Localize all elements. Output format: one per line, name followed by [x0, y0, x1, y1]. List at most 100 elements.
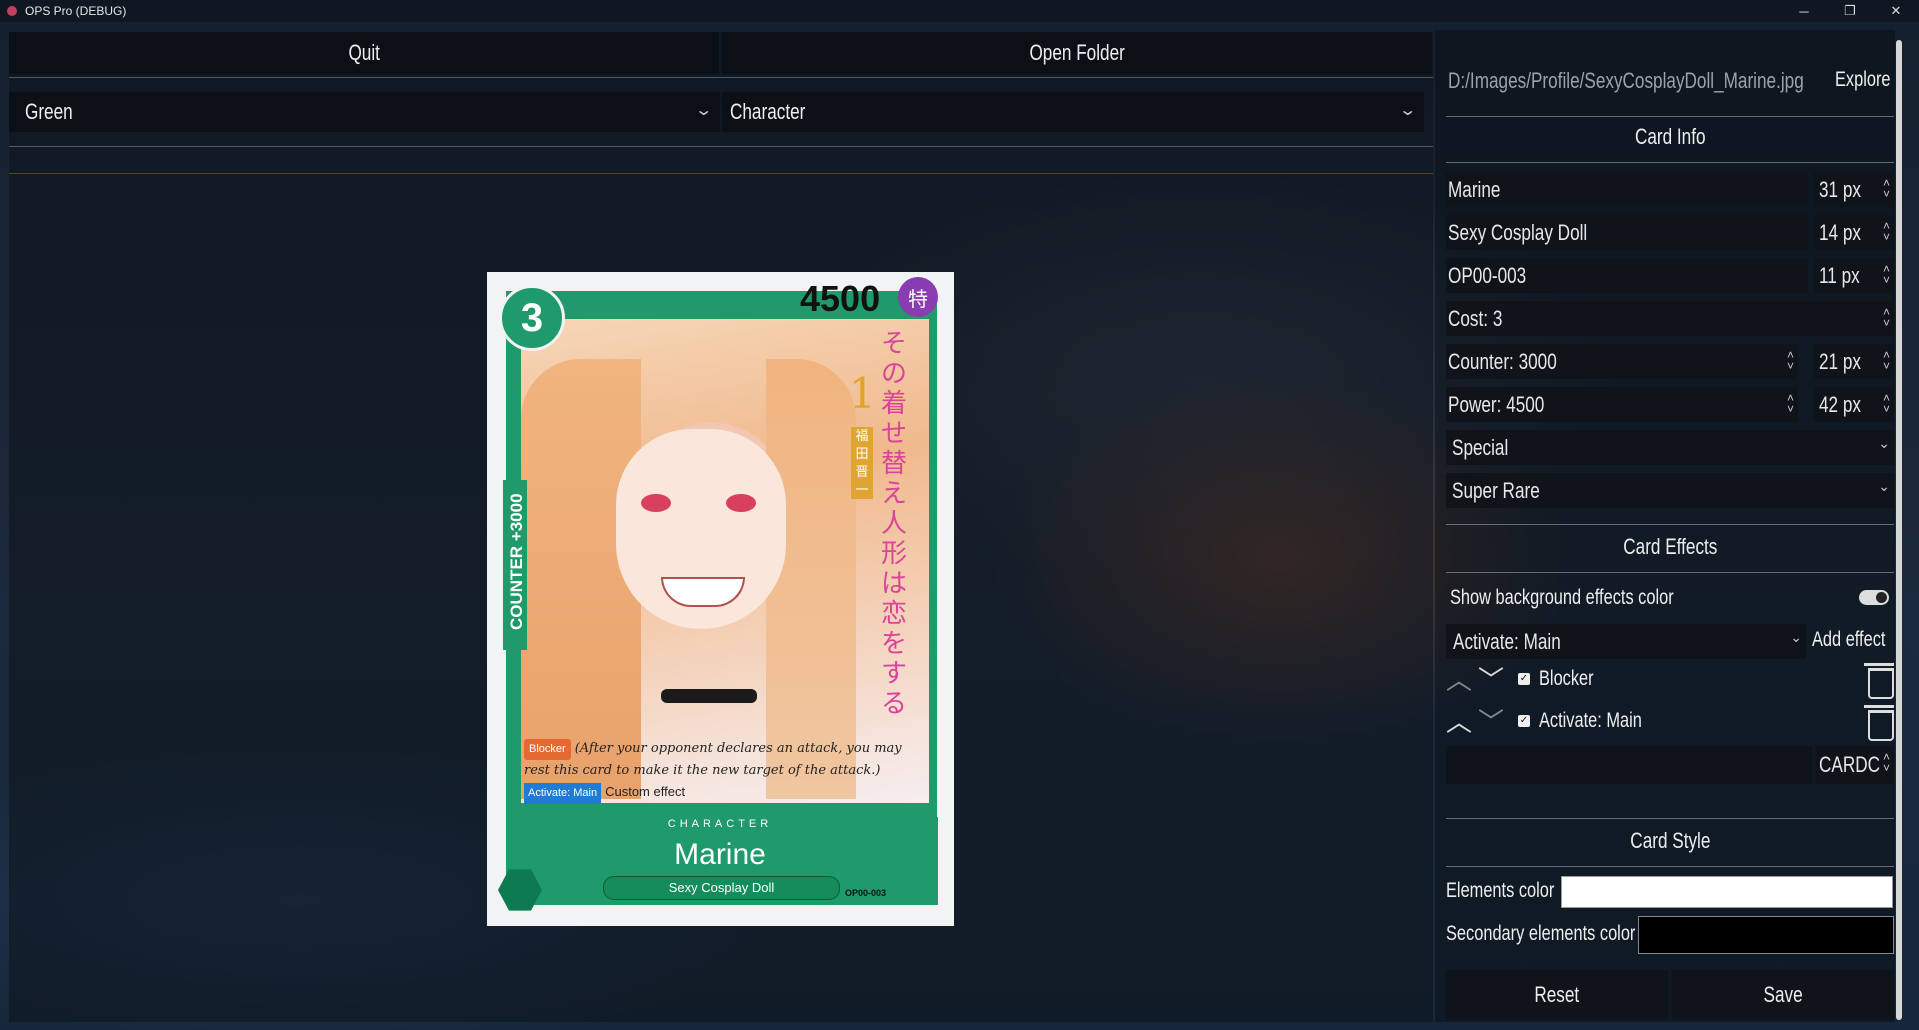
scrollbar[interactable] — [1896, 40, 1902, 1020]
font-select[interactable]: CARDC ˄ ˅ — [1816, 746, 1894, 784]
spin-arrows-icon[interactable]: ˄ ˅ — [1883, 751, 1890, 774]
card-id-value: OP00-003 — [1448, 262, 1527, 288]
effect-item-text: Activate: Main — [1539, 709, 1642, 732]
rarity-select[interactable]: Special ⌄ — [1446, 430, 1894, 465]
type-select[interactable]: Character ⌄ — [722, 92, 1424, 132]
blocker-tag: Blocker — [524, 739, 571, 760]
effect-checkbox[interactable]: ✓ — [1518, 673, 1530, 685]
effect-text-input[interactable] — [1446, 746, 1812, 784]
artwork-volume: 1 — [849, 369, 876, 418]
divider — [1446, 572, 1894, 573]
card-info-heading: Card Info — [1446, 124, 1894, 150]
activate-main-tag: Activate: Main — [524, 783, 602, 804]
show-bg-label: Show background effects color — [1450, 586, 1737, 610]
trash-icon[interactable] — [1864, 663, 1894, 699]
counter-size-value: 21 px — [1819, 348, 1861, 374]
power-spinbox[interactable]: Power: 4500 ˄ ˅ — [1446, 387, 1798, 422]
elements-color-swatch[interactable] — [1561, 876, 1893, 908]
effect-type-value: Activate: Main — [1453, 628, 1561, 654]
name-size-spinbox[interactable]: 31 px ˄ ˅ — [1814, 172, 1894, 207]
chevron-down-icon: ⌄ — [693, 102, 713, 119]
restore-button[interactable]: ❐ — [1827, 0, 1873, 22]
power-size-spinbox[interactable]: 42 px ˄ ˅ — [1814, 387, 1894, 422]
card-cost-badge: 3 — [499, 285, 565, 351]
divider — [9, 146, 1433, 147]
quit-button[interactable]: Quit — [9, 32, 719, 74]
spin-arrows-icon[interactable]: ˄ ˅ — [1883, 349, 1890, 372]
spin-arrows-icon[interactable]: ˄ ˅ — [1883, 177, 1890, 200]
spin-arrows-icon[interactable]: ˄ ˅ — [1883, 306, 1890, 329]
card-artwork: その着せ替え人形は恋をする 1 福田晋一 — [521, 319, 929, 803]
subtitle-size-value: 14 px — [1819, 219, 1861, 245]
blocker-effect-text: (After your opponent declares an attack,… — [524, 741, 902, 778]
cost-spinbox[interactable]: Cost: 3 ˄ ˅ — [1446, 301, 1894, 336]
divider — [1446, 116, 1894, 117]
move-down-icon[interactable]: ﹀ — [1478, 702, 1504, 739]
card-id-size-spinbox[interactable]: 11 px ˄ ˅ — [1814, 258, 1894, 293]
card-id-field[interactable]: OP00-003 — [1446, 258, 1808, 293]
effect-type-select[interactable]: Activate: Main ⌄ — [1446, 624, 1806, 659]
power-size-value: 42 px — [1819, 391, 1861, 417]
divider — [1446, 162, 1894, 163]
rarity2-value: Super Rare — [1452, 477, 1540, 503]
spin-arrows-icon[interactable]: ˄ ˅ — [1787, 349, 1794, 372]
open-folder-label: Open Folder — [1029, 40, 1125, 65]
divider — [1446, 818, 1894, 819]
effect-checkbox[interactable]: ✓ — [1518, 715, 1530, 727]
trash-icon[interactable] — [1864, 705, 1894, 741]
counter-size-spinbox[interactable]: 21 px ˄ ˅ — [1814, 344, 1894, 379]
secondary-color-swatch[interactable] — [1638, 916, 1894, 954]
counter-spinbox[interactable]: Counter: 3000 ˄ ˅ — [1446, 344, 1798, 379]
add-effect-label: Add effect — [1812, 628, 1886, 651]
chevron-down-icon: ⌄ — [1397, 102, 1417, 119]
rarity-value: Special — [1452, 434, 1509, 460]
effect-item-text: Blocker — [1539, 667, 1594, 690]
elements-color-text: Elements color — [1446, 879, 1555, 902]
save-label: Save — [1763, 982, 1803, 1007]
divider — [9, 77, 1433, 78]
reset-button[interactable]: Reset — [1446, 970, 1668, 1020]
add-effect-button[interactable]: Add effect — [1812, 628, 1906, 652]
main-effect-text: Custom effect — [605, 784, 686, 799]
name-field[interactable]: Marine — [1446, 172, 1808, 207]
show-bg-toggle[interactable] — [1859, 590, 1889, 605]
chevron-down-icon: ⌄ — [1878, 435, 1890, 451]
name-value: Marine — [1448, 176, 1501, 202]
name-size-value: 31 px — [1819, 176, 1861, 202]
move-up-icon[interactable]: ︿ — [1446, 660, 1472, 697]
artwork-choker — [661, 689, 757, 703]
divider — [9, 173, 1433, 174]
explore-label: Explore — [1835, 68, 1891, 91]
spin-arrows-icon[interactable]: ˄ ˅ — [1883, 392, 1890, 415]
divider — [1446, 524, 1894, 525]
image-path-value: D:/Images/Profile/SexyCosplayDoll_Marine… — [1448, 67, 1804, 93]
rarity2-select[interactable]: Super Rare ⌄ — [1446, 473, 1894, 508]
image-path-field[interactable]: D:/Images/Profile/SexyCosplayDoll_Marine… — [1446, 63, 1824, 98]
save-button[interactable]: Save — [1672, 970, 1894, 1020]
minimize-button[interactable]: ─ — [1781, 0, 1827, 22]
artwork-author: 福田晋一 — [851, 427, 873, 499]
spin-arrows-icon[interactable]: ˄ ˅ — [1787, 392, 1794, 415]
chevron-down-icon: ⌄ — [1878, 478, 1890, 494]
card-name: Marine — [674, 838, 766, 871]
artwork-title-jp: その着せ替え人形は恋をする — [880, 329, 907, 719]
artwork-hair — [766, 359, 856, 799]
card-power: 4500 — [800, 278, 881, 319]
spin-arrows-icon[interactable]: ˄ ˅ — [1883, 263, 1890, 286]
open-folder-button[interactable]: Open Folder — [722, 32, 1432, 74]
card-effects-heading: Card Effects — [1446, 534, 1894, 560]
close-button[interactable]: ✕ — [1873, 0, 1919, 22]
window-titlebar: OPS Pro (DEBUG) ─ ❐ ✕ — [0, 0, 1919, 22]
move-down-icon[interactable]: ﹀ — [1478, 660, 1504, 697]
cost-value: Cost: 3 — [1448, 305, 1503, 331]
window-title: OPS Pro (DEBUG) — [25, 4, 127, 18]
chevron-down-icon: ⌄ — [1790, 629, 1802, 645]
app-icon — [7, 6, 17, 16]
subtitle-size-spinbox[interactable]: 14 px ˄ ˅ — [1814, 215, 1894, 250]
move-up-icon[interactable]: ︿ — [1446, 702, 1472, 739]
color-select[interactable]: Green ⌄ — [9, 92, 720, 132]
card-info-heading-text: Card Info — [1634, 124, 1706, 149]
explore-button[interactable]: Explore — [1835, 68, 1906, 92]
subtitle-field[interactable]: Sexy Cosplay Doll — [1446, 215, 1808, 250]
spin-arrows-icon[interactable]: ˄ ˅ — [1883, 220, 1890, 243]
